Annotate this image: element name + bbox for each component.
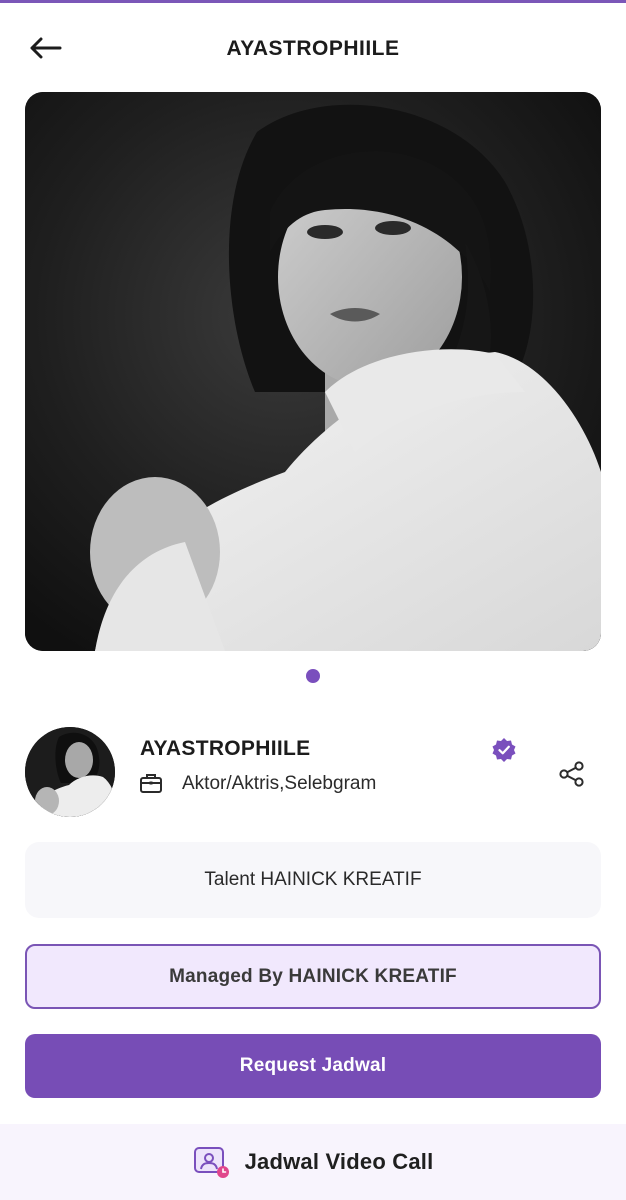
profile-name: AYASTROPHIILE (140, 737, 311, 760)
video-call-icon (193, 1147, 229, 1178)
video-call-label: Jadwal Video Call (244, 1149, 434, 1174)
profile-summary: AYASTROPHIILE Aktor/Aktris,Selebgram (25, 727, 601, 819)
avatar-image (25, 727, 115, 817)
carousel-indicator (0, 669, 626, 683)
avatar (25, 727, 115, 817)
managed-by-label: Managed By HAINICK KREATIF (169, 965, 457, 987)
share-button[interactable] (557, 759, 587, 789)
share-icon (559, 761, 584, 787)
portrait-image (25, 92, 601, 651)
talent-info-text: Talent HAINICK KREATIF (204, 869, 422, 890)
carousel-dot-active[interactable] (306, 669, 320, 683)
briefcase-icon (140, 774, 162, 793)
request-jadwal-label: Request Jadwal (239, 1055, 387, 1076)
video-call-schedule-bar[interactable]: Jadwal Video Call (0, 1124, 626, 1200)
talent-info-card: Talent HAINICK KREATIF (25, 842, 601, 918)
verified-badge-icon (492, 738, 516, 762)
request-jadwal-button[interactable]: Request Jadwal (25, 1034, 601, 1098)
managed-by-button[interactable]: Managed By HAINICK KREATIF (25, 944, 601, 1009)
page-title: AYASTROPHIILE (226, 37, 400, 60)
profile-photo[interactable] (25, 92, 601, 651)
profession-text: Aktor/Aktris,Selebgram (182, 773, 377, 794)
app-header: AYASTROPHIILE (0, 3, 626, 91)
